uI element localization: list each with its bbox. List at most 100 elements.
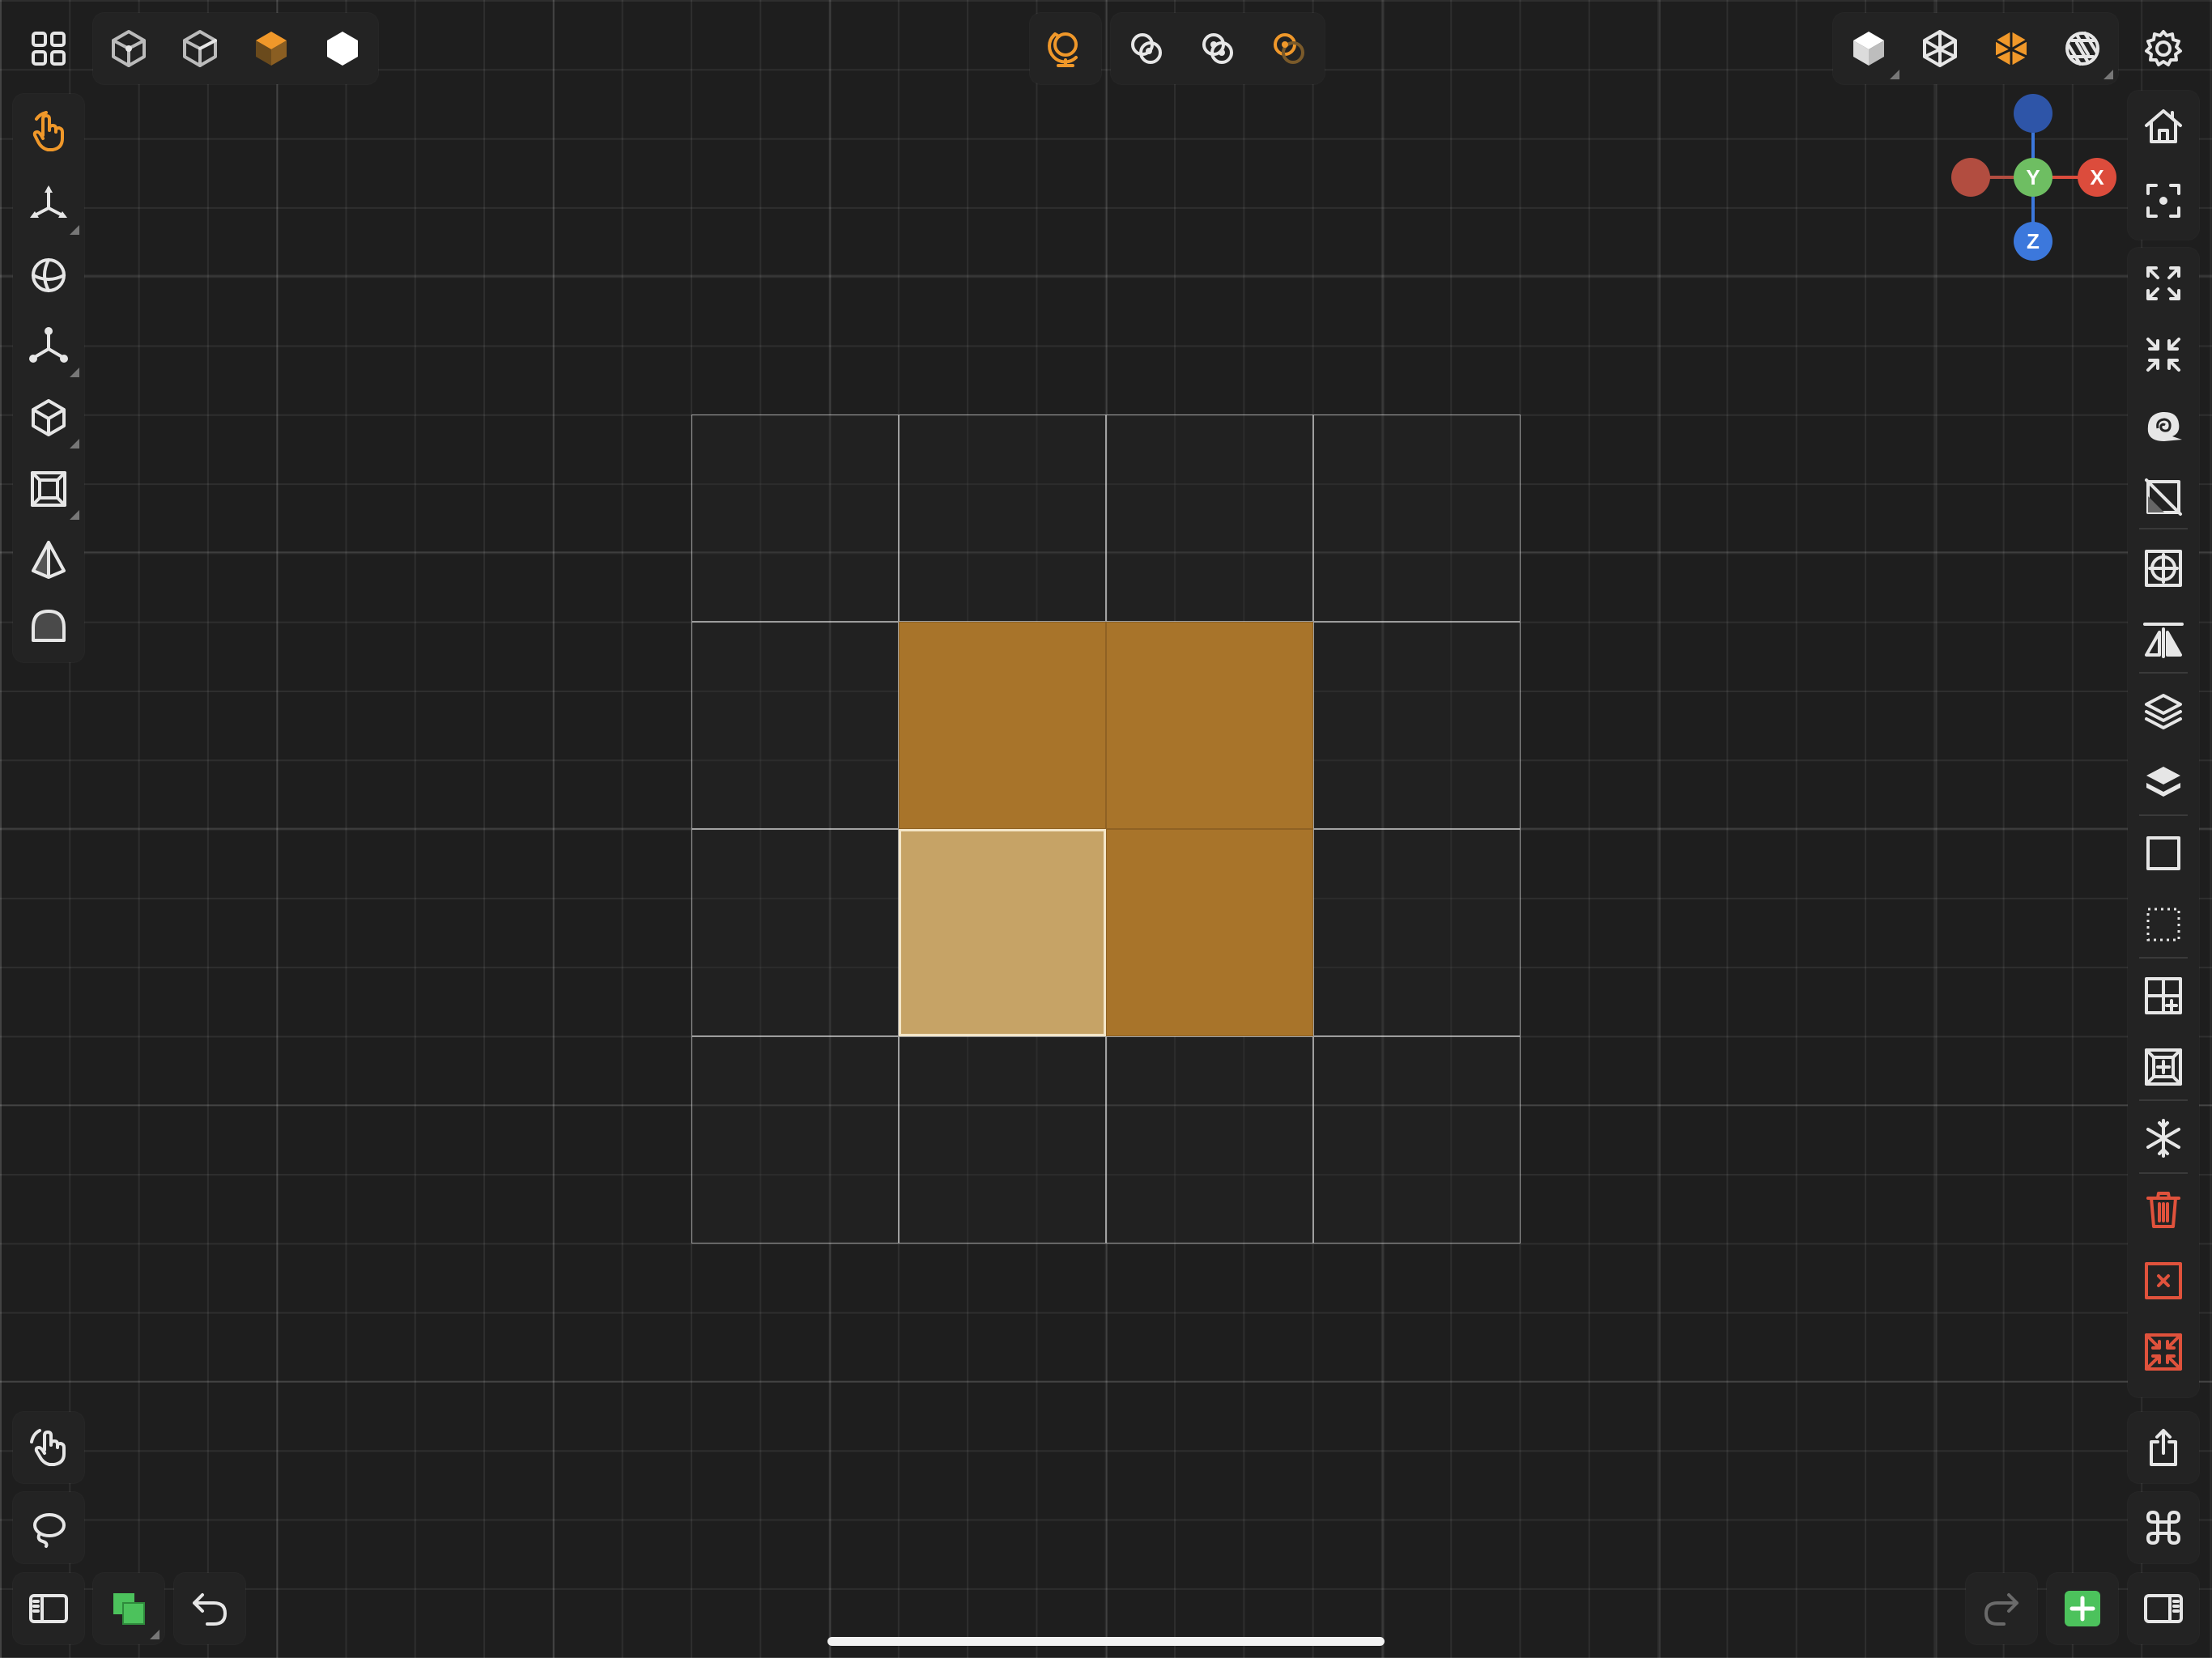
empty-cell[interactable] bbox=[1313, 622, 1521, 829]
gizmo-x[interactable]: X bbox=[2078, 158, 2116, 197]
empty-cell[interactable] bbox=[1106, 1036, 1313, 1244]
grid-menu-button[interactable] bbox=[13, 13, 84, 84]
selection-mode-toolbar bbox=[1111, 13, 1325, 84]
layers-filled-button[interactable] bbox=[2128, 746, 2199, 818]
redo-icon bbox=[1984, 1593, 2018, 1626]
gizmo-y[interactable]: Y bbox=[2014, 158, 2052, 197]
empty-cell[interactable] bbox=[899, 1036, 1106, 1244]
inset-add-icon bbox=[2145, 1048, 2182, 1086]
spiral-shell-icon bbox=[2147, 411, 2182, 441]
empty-cell[interactable] bbox=[1313, 414, 1521, 622]
left-tool-panel bbox=[13, 94, 84, 662]
xray-cube-icon bbox=[1995, 32, 2027, 66]
home-indicator[interactable] bbox=[827, 1637, 1385, 1646]
face-cube-icon bbox=[256, 32, 287, 66]
home-view-button[interactable] bbox=[2128, 91, 2199, 162]
render-display-button[interactable] bbox=[2047, 13, 2118, 84]
pyramid-icon bbox=[32, 541, 66, 579]
hand-tool-button[interactable] bbox=[13, 97, 84, 168]
empty-cell[interactable] bbox=[691, 1036, 899, 1244]
lasso-icon bbox=[33, 1513, 66, 1548]
add-button[interactable] bbox=[2047, 1573, 2118, 1644]
voxel-canvas[interactable] bbox=[691, 414, 1521, 1244]
focus-icon bbox=[2146, 184, 2180, 218]
face-mode-button[interactable] bbox=[236, 13, 307, 84]
snowflake-icon bbox=[2146, 1119, 2180, 1158]
move-tool-button[interactable] bbox=[13, 168, 84, 240]
command-button[interactable] bbox=[2128, 1492, 2199, 1563]
right-sidebar-toggle[interactable] bbox=[2128, 1573, 2199, 1644]
empty-cell[interactable] bbox=[691, 829, 899, 1036]
pyramid-tool-button[interactable] bbox=[13, 525, 84, 596]
filled-block[interactable] bbox=[1106, 622, 1313, 829]
vertex-mode-button[interactable] bbox=[93, 13, 164, 84]
xray-display-button[interactable] bbox=[1976, 13, 2047, 84]
empty-cell[interactable] bbox=[1106, 414, 1313, 622]
scale-axes-icon bbox=[29, 327, 68, 363]
mirror-icon bbox=[2143, 623, 2184, 658]
solid-display-button[interactable] bbox=[1833, 13, 1904, 84]
right-separator bbox=[2139, 957, 2188, 959]
material-button[interactable] bbox=[93, 1573, 164, 1644]
lasso-button[interactable] bbox=[13, 1492, 84, 1563]
rotate-tool-button[interactable] bbox=[13, 240, 84, 311]
spiral-button[interactable] bbox=[2128, 390, 2199, 461]
filled-block[interactable] bbox=[1106, 829, 1313, 1036]
layers-outline-button[interactable] bbox=[2128, 675, 2199, 746]
axis-gizmo[interactable]: Y X Z bbox=[1943, 91, 2121, 261]
snap-globe-icon bbox=[1048, 32, 1078, 67]
command-panel bbox=[2128, 1492, 2199, 1563]
dotted-square-button[interactable] bbox=[2128, 889, 2199, 960]
view-mode-toolbar bbox=[93, 13, 378, 84]
arch-tool-button[interactable] bbox=[13, 589, 84, 661]
edge-mode-button[interactable] bbox=[164, 13, 236, 84]
gizmo-neg-x[interactable] bbox=[1951, 158, 1990, 197]
empty-cell[interactable] bbox=[691, 622, 899, 829]
no-texture-button[interactable] bbox=[2128, 461, 2199, 533]
cube-tool-button[interactable] bbox=[13, 382, 84, 453]
solid-cube-icon bbox=[1853, 32, 1884, 66]
solid-mode-button[interactable] bbox=[307, 13, 378, 84]
select-mode-3-icon bbox=[1274, 33, 1304, 64]
empty-cell[interactable] bbox=[899, 414, 1106, 622]
scale-tool-button[interactable] bbox=[13, 311, 84, 382]
filled-block[interactable] bbox=[899, 622, 1106, 829]
expand-icon bbox=[2146, 266, 2180, 300]
left-sidebar-toggle[interactable] bbox=[13, 1573, 84, 1644]
undo-panel bbox=[174, 1573, 245, 1644]
delete-face-button[interactable] bbox=[2128, 1245, 2199, 1316]
expand-button[interactable] bbox=[2128, 248, 2199, 319]
select-mode-3-button[interactable] bbox=[1253, 13, 1325, 84]
inset-tool-button[interactable] bbox=[13, 453, 84, 525]
crosshair-button[interactable] bbox=[2128, 533, 2199, 604]
empty-cell[interactable] bbox=[1313, 829, 1521, 1036]
gizmo-neg-z[interactable] bbox=[2014, 94, 2052, 133]
empty-cell[interactable] bbox=[1313, 1036, 1521, 1244]
gizmo-z[interactable]: Z bbox=[2014, 222, 2052, 261]
trash-button[interactable] bbox=[2128, 1174, 2199, 1245]
share-button[interactable] bbox=[2128, 1412, 2199, 1483]
select-mode-1-button[interactable] bbox=[1111, 13, 1182, 84]
square-outline-button[interactable] bbox=[2128, 818, 2199, 889]
inset-add-button[interactable] bbox=[2128, 1031, 2199, 1103]
add-panel bbox=[2047, 1573, 2118, 1644]
focus-view-button[interactable] bbox=[2128, 165, 2199, 236]
empty-cell[interactable] bbox=[691, 414, 899, 622]
shutter-icon bbox=[2065, 32, 2099, 66]
subdivide-add-button[interactable] bbox=[2128, 960, 2199, 1031]
wire-display-button[interactable] bbox=[1904, 13, 1976, 84]
mirror-button[interactable] bbox=[2128, 604, 2199, 675]
select-mode-2-button[interactable] bbox=[1182, 13, 1253, 84]
collapse-red-button[interactable] bbox=[2128, 1316, 2199, 1388]
right-separator bbox=[2139, 1099, 2188, 1101]
redo-button[interactable] bbox=[1966, 1573, 2037, 1644]
gesture-button[interactable] bbox=[13, 1412, 84, 1483]
snowflake-button[interactable] bbox=[2128, 1103, 2199, 1174]
settings-button[interactable] bbox=[2128, 13, 2199, 84]
undo-button[interactable] bbox=[174, 1573, 245, 1644]
collapse-button[interactable] bbox=[2128, 319, 2199, 390]
selected-block[interactable] bbox=[899, 829, 1106, 1036]
snap-button[interactable] bbox=[1030, 13, 1101, 84]
bottom-left-panel bbox=[13, 1573, 84, 1644]
material-swatch-icon bbox=[113, 1593, 145, 1625]
